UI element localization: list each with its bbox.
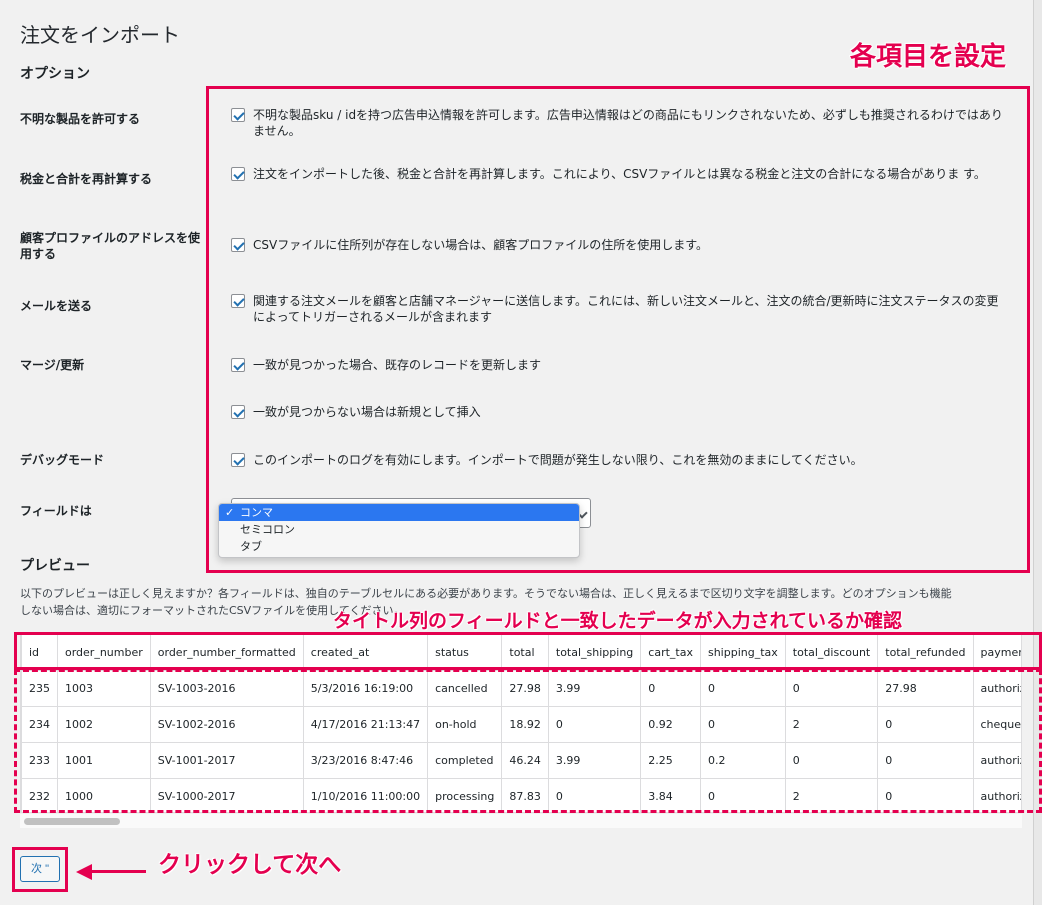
page-title: 注文をインポート <box>20 23 180 47</box>
arrow-left-icon <box>76 864 92 880</box>
option-label-use-customer-address: 顧客プロファイルのアドレスを使用する <box>20 231 201 261</box>
annotation-click-next-label: クリックして次へ <box>157 852 342 879</box>
annotation-verify-label: タイトル列のフィールドと一致したデータが入力されているか確認 <box>332 610 903 633</box>
option-label-recalculate: 税金と合計を再計算する <box>20 172 153 186</box>
annotation-settings-box <box>206 86 1030 573</box>
option-label-field-separator: フィールドは <box>20 504 92 518</box>
preview-description-line-1: 以下のプレビューは正しく見えますか？各フィールドは、独自のテーブルセルにある必要… <box>20 587 952 600</box>
annotation-header-box <box>14 632 1042 670</box>
annotation-settings-label: 各項目を設定 <box>849 42 1007 73</box>
option-label-allow-unknown: 不明な製品を許可する <box>20 112 141 126</box>
scrollbar-thumb[interactable] <box>24 818 120 825</box>
option-label-send-email: メールを送る <box>20 299 93 313</box>
annotation-rows-box <box>14 669 1042 813</box>
option-label-debug-mode: デバッグモード <box>20 453 105 467</box>
option-label-merge-update: マージ/更新 <box>20 358 85 372</box>
table-horizontal-scrollbar[interactable] <box>20 814 1022 828</box>
options-heading: オプション <box>20 66 90 82</box>
annotation-arrow-line <box>90 870 146 873</box>
preview-heading: プレビュー <box>20 558 90 574</box>
annotation-next-box <box>12 847 68 892</box>
